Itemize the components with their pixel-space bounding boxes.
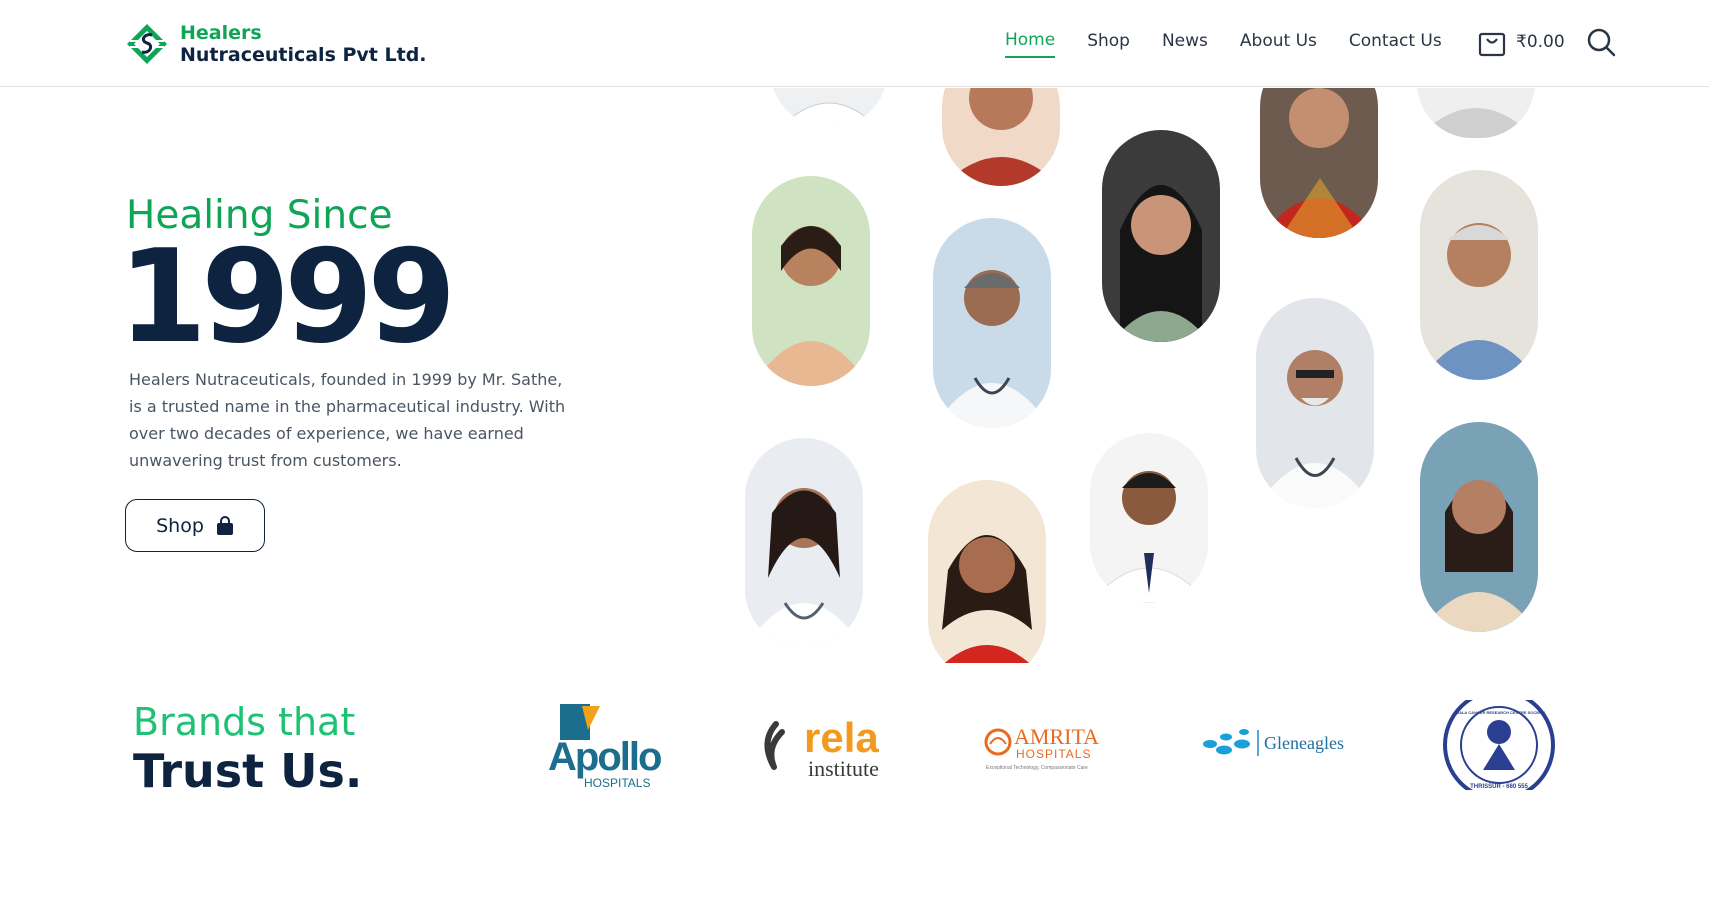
cart-bag-icon xyxy=(1478,32,1506,57)
brand-logo-rela: rela institute xyxy=(756,712,896,782)
portrait-woman-curly-hair xyxy=(928,480,1046,663)
brands-title-line1: Brands that xyxy=(133,700,356,744)
amrita-tagline: Exceptional Technology, Compassionate Ca… xyxy=(986,765,1088,771)
amrita-name: AMRITA xyxy=(1014,724,1099,749)
brands-title-line2: Trust Us. xyxy=(133,744,363,798)
site-logo[interactable]: Healers Nutraceuticals Pvt Ltd. xyxy=(126,22,427,66)
portrait-image xyxy=(942,88,1060,186)
portrait-woman-striped xyxy=(1420,422,1538,632)
search-icon[interactable] xyxy=(1586,27,1616,57)
logo-company: Nutraceuticals Pvt Ltd. xyxy=(180,44,427,66)
cart-amount: ₹0.00 xyxy=(1516,32,1565,52)
brand-logo-gleneagles: Gleneagles xyxy=(1200,722,1360,762)
portrait-female-doctor xyxy=(745,438,863,648)
nav-news[interactable]: News xyxy=(1162,31,1208,57)
portrait-image xyxy=(1090,433,1208,603)
portrait-young-woman xyxy=(1102,130,1220,342)
portrait-image xyxy=(745,438,863,648)
gleneagles-name: Gleneagles xyxy=(1264,733,1344,753)
hero-year: 1999 xyxy=(118,223,456,372)
rela-sub: institute xyxy=(808,756,879,781)
shop-button-label: Shop xyxy=(156,514,204,537)
portrait-image xyxy=(1256,298,1374,508)
healers-logo-icon xyxy=(127,24,167,64)
amrita-sub: HOSPITALS xyxy=(1016,747,1091,761)
amala-sub: THRISSUR - 680 555 xyxy=(1470,784,1528,790)
brand-logo-amrita: AMRITA HOSPITALS Exceptional Technology,… xyxy=(984,722,1119,772)
portrait-image xyxy=(752,176,870,386)
portrait-image xyxy=(933,218,1051,428)
nav-about-us[interactable]: About Us xyxy=(1240,31,1317,57)
portrait-partial-top xyxy=(770,88,888,128)
main-nav: Home Shop News About Us Contact Us xyxy=(1005,30,1474,58)
portrait-partial-top-right xyxy=(1417,88,1535,138)
cart-button[interactable]: ₹0.00 xyxy=(1478,27,1565,57)
portrait-image xyxy=(928,480,1046,663)
portrait-image xyxy=(1420,170,1538,380)
portrait-young-male-doctor xyxy=(1090,433,1208,603)
shopping-bag-icon xyxy=(216,515,233,535)
shop-button[interactable]: Shop xyxy=(125,499,265,552)
portrait-image xyxy=(1260,88,1378,238)
rela-name: rela xyxy=(804,714,879,761)
nav-home[interactable]: Home xyxy=(1005,30,1056,58)
hero-description: Healers Nutraceuticals, founded in 1999 … xyxy=(129,370,566,470)
apollo-sub: HOSPITALS xyxy=(584,776,650,790)
portrait-senior-man xyxy=(1420,170,1538,380)
portrait-woman-saree xyxy=(1260,88,1378,238)
nav-contact-us[interactable]: Contact Us xyxy=(1349,31,1442,57)
portrait-image xyxy=(1420,422,1538,632)
portrait-male-doctor xyxy=(933,218,1051,428)
portrait-senior-doctor xyxy=(1256,298,1374,508)
amala-name: AMALA CANCER RESEARCH CENTRE SOCIETY xyxy=(1453,710,1546,715)
brand-logo-amala: AMALA CANCER RESEARCH CENTRE SOCIETY THR… xyxy=(1443,689,1555,801)
apollo-name: Apollo xyxy=(548,735,661,779)
site-header: Healers Nutraceuticals Pvt Ltd. Home Sho… xyxy=(0,0,1709,87)
logo-name: Healers xyxy=(180,22,262,44)
portrait-image xyxy=(1417,88,1535,138)
brand-logo-apollo: Apollo HOSPITALS xyxy=(548,700,666,790)
portrait-girl-smiling xyxy=(942,88,1060,186)
nav-shop[interactable]: Shop xyxy=(1087,31,1130,57)
portrait-woman-smiling xyxy=(752,176,870,386)
portrait-image xyxy=(1102,130,1220,342)
portrait-collage xyxy=(730,88,1630,663)
portrait-image xyxy=(770,88,888,128)
